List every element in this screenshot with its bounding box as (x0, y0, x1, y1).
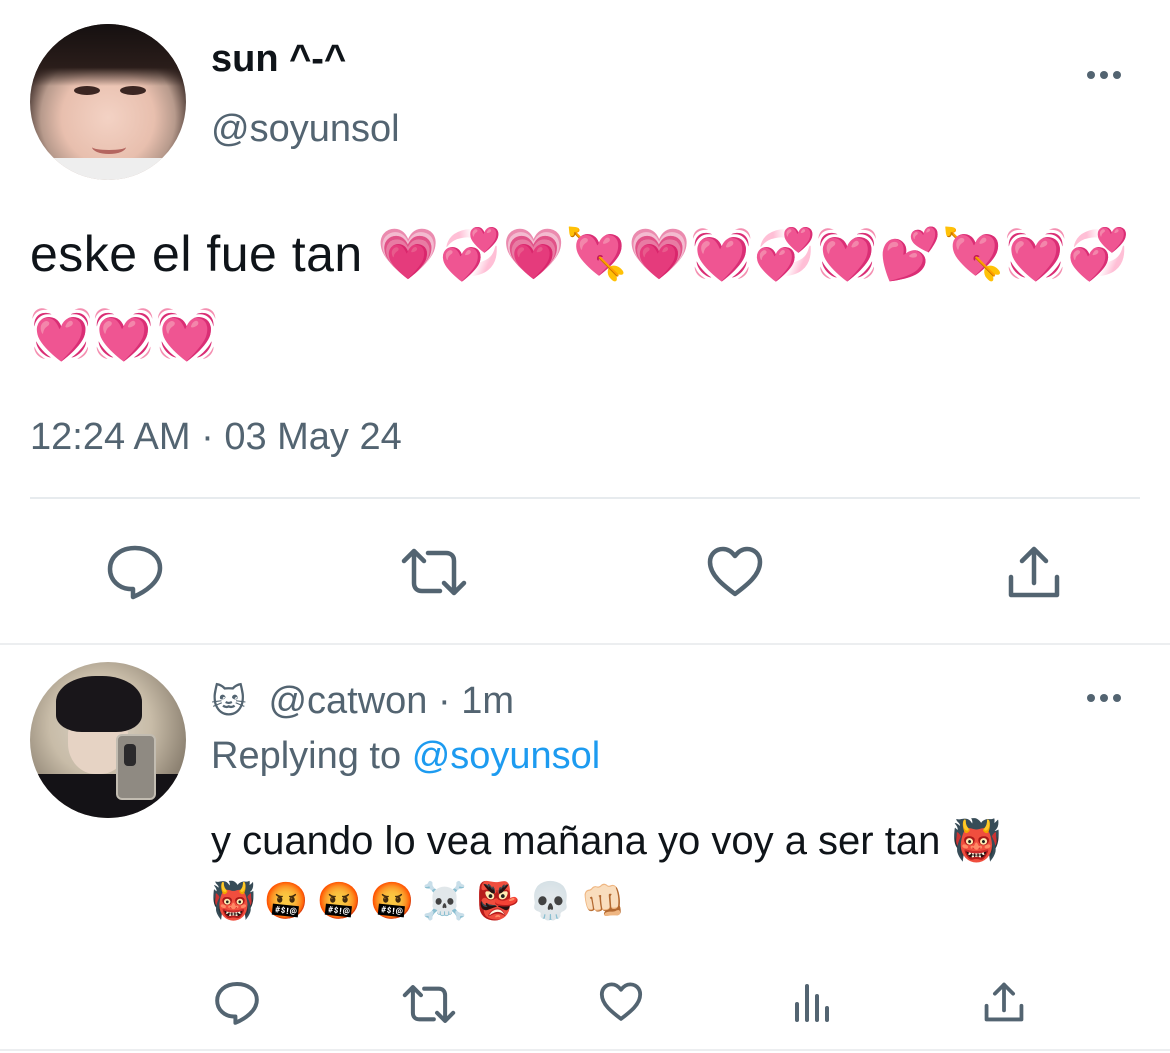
tweet-text: eske el fue tan 💗💞💗💘💗💓💞💓💕💘💓💞💓💓💓 (30, 226, 1131, 362)
retweet-icon[interactable] (398, 545, 470, 599)
heart-icon[interactable] (598, 981, 644, 1023)
share-icon[interactable] (982, 980, 1026, 1024)
avatar-hair (56, 676, 142, 732)
share-icon[interactable] (1005, 543, 1063, 601)
heart-icon[interactable] (705, 545, 765, 599)
author-handle[interactable]: @soyunsol (211, 108, 400, 151)
tweet-timestamp[interactable]: 12:24 AM · 03 May 24 (30, 416, 402, 459)
more-options-icon[interactable] (1087, 693, 1127, 703)
author-avatar[interactable] (30, 24, 186, 180)
author-display-name[interactable]: sun ^-^ (211, 38, 346, 81)
replying-to: Replying to @soyunsol (211, 735, 600, 778)
dot (1100, 694, 1108, 702)
avatar-shirt (30, 774, 186, 818)
divider (0, 643, 1170, 645)
reply-time[interactable]: · 1m (438, 680, 514, 722)
reply-author-avatar[interactable] (30, 662, 186, 818)
dot (1087, 694, 1095, 702)
avatar-mouth (92, 140, 126, 154)
reply-handle[interactable]: @catwon (268, 680, 427, 722)
retweet-icon[interactable] (400, 982, 458, 1026)
replying-to-label: Replying to (211, 735, 402, 777)
reply-display-name[interactable]: 🐱 (211, 683, 246, 721)
reply-header: 🐱 @catwon · 1m (211, 680, 514, 723)
analytics-icon[interactable] (793, 980, 833, 1024)
divider (0, 1049, 1170, 1051)
dot (1100, 71, 1108, 79)
reply-icon[interactable] (105, 543, 165, 601)
avatar-collar (50, 158, 166, 180)
dot (1113, 71, 1121, 79)
reply-emoji-line: 👹🤬🤬🤬☠️👺💀👊🏻 (211, 880, 634, 921)
avatar-hair (30, 24, 186, 86)
avatar-phone (116, 734, 156, 800)
more-options-icon[interactable] (1087, 70, 1127, 80)
avatar-eye (120, 86, 146, 95)
reply-icon[interactable] (213, 980, 261, 1026)
replying-to-handle[interactable]: @soyunsol (412, 735, 601, 777)
dot (1087, 71, 1095, 79)
reply-text: y cuando lo vea mañana yo voy a ser tan … (211, 819, 1002, 863)
divider (30, 497, 1140, 499)
avatar-eye (74, 86, 100, 95)
dot (1113, 694, 1121, 702)
